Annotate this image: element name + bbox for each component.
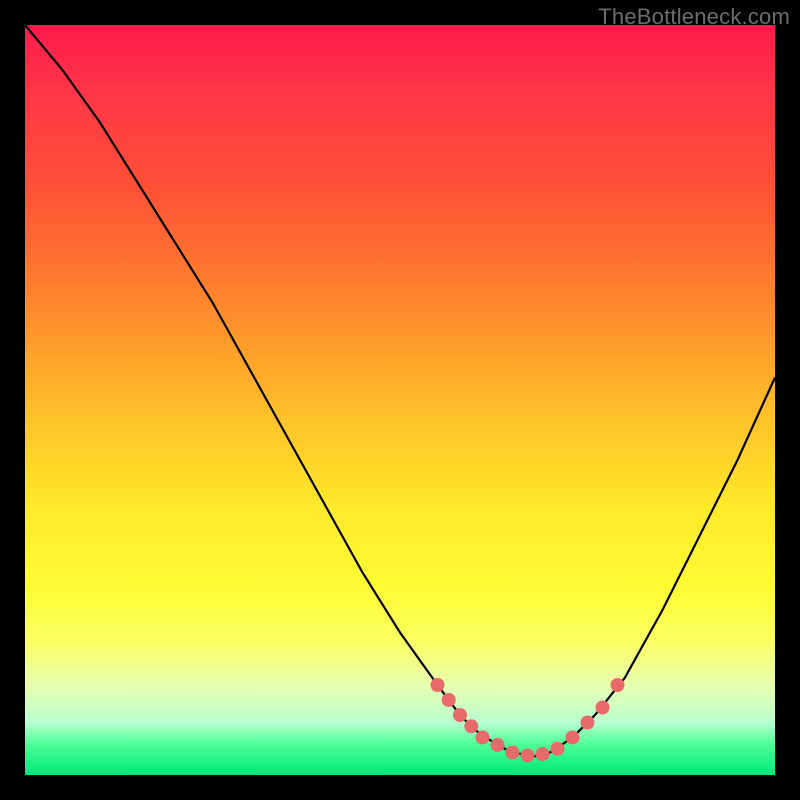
data-marker xyxy=(536,747,550,761)
data-marker xyxy=(551,742,565,756)
chart-frame: TheBottleneck.com xyxy=(0,0,800,800)
data-markers xyxy=(431,678,625,763)
data-marker xyxy=(506,746,520,760)
chart-svg xyxy=(25,25,775,775)
plot-area xyxy=(25,25,775,775)
data-marker xyxy=(581,716,595,730)
data-marker xyxy=(521,749,535,763)
data-marker xyxy=(596,701,610,715)
data-marker xyxy=(431,678,445,692)
data-marker xyxy=(442,693,456,707)
data-marker xyxy=(464,719,478,733)
data-marker xyxy=(566,731,580,745)
data-marker xyxy=(611,678,625,692)
watermark-text: TheBottleneck.com xyxy=(598,4,790,30)
data-marker xyxy=(491,738,505,752)
data-marker xyxy=(453,708,467,722)
bottleneck-curve xyxy=(25,25,775,756)
data-marker xyxy=(476,731,490,745)
